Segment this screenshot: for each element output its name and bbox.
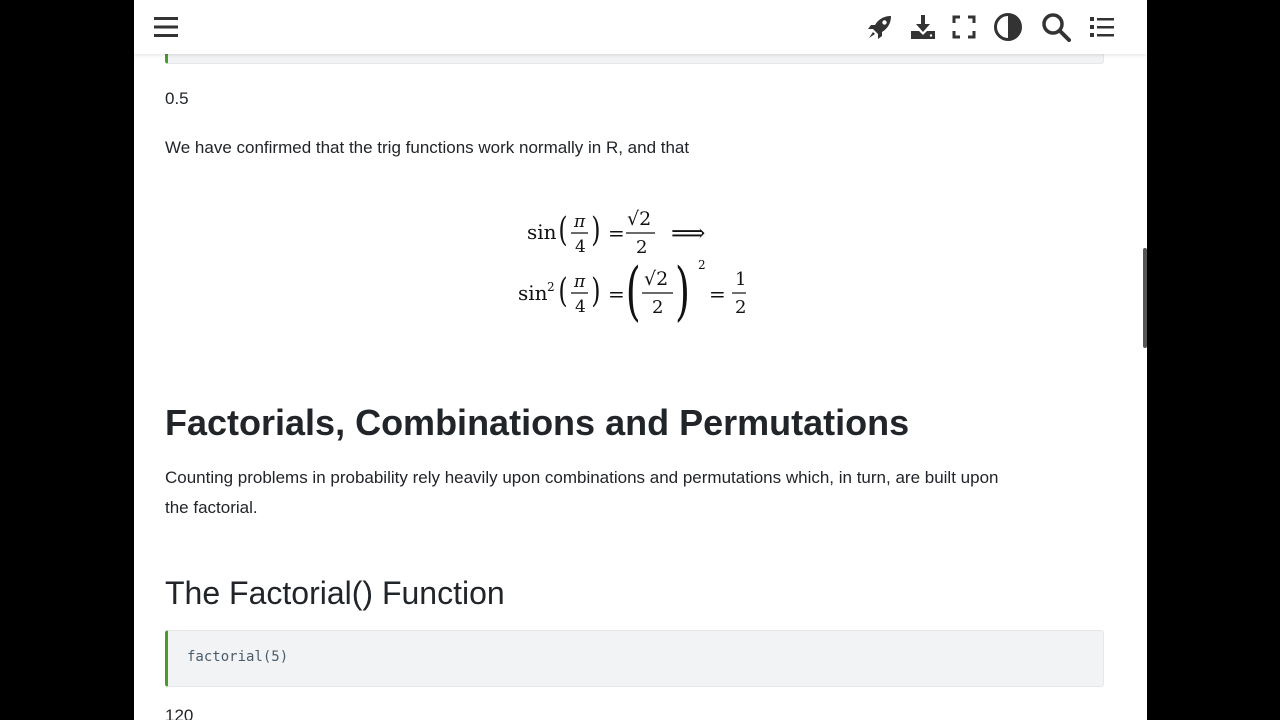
- top-toolbar: [134, 0, 1147, 54]
- eq2-inner-den: 2: [652, 297, 663, 318]
- eq2-result-num: 1: [735, 269, 746, 290]
- eq2-eq: =: [608, 282, 625, 306]
- eq2-fn: sin: [518, 281, 548, 305]
- section-paragraph-line-1: Counting problems in probability rely he…: [165, 468, 999, 487]
- eq2-outer-power: 2: [698, 258, 706, 272]
- eq1-eq: =: [608, 221, 625, 245]
- rocket-icon[interactable]: [863, 10, 897, 44]
- search-icon[interactable]: [1039, 10, 1073, 44]
- eq2-big-lparen: (: [626, 255, 641, 329]
- code-text: factorial(5): [187, 649, 289, 665]
- eq1-den: 4: [575, 237, 586, 257]
- eq2-eq2: =: [709, 282, 726, 306]
- eq1-rhs-num: √2: [627, 208, 651, 230]
- eq2-power: 2: [547, 280, 555, 294]
- eq2-lparen: (: [558, 271, 567, 310]
- section-paragraph-line-2: the factorial.: [165, 498, 258, 517]
- code-block[interactable]: factorial(5): [165, 630, 1104, 687]
- equation-svg: sin ( π 4 ) = √2 2 ⟹ sin 2 ( π 4) = (√…: [518, 208, 746, 329]
- output-text-next: 120: [165, 706, 194, 720]
- hamburger-icon[interactable]: [149, 10, 183, 44]
- eq1-num: π: [573, 212, 586, 232]
- eq2-big-rparen: ): [675, 255, 690, 329]
- fullscreen-icon[interactable]: [947, 10, 981, 44]
- output-text: 0.5: [165, 89, 189, 108]
- download-icon[interactable]: [906, 10, 940, 44]
- page: 0.5 We have confirmed that the trig func…: [134, 0, 1147, 720]
- eq2-den: 4: [575, 297, 586, 317]
- eq1-lparen: (: [558, 210, 567, 249]
- list-icon[interactable]: [1085, 10, 1119, 44]
- section-title: Factorials, Combinations and Permutation…: [165, 402, 910, 443]
- eq2-result-den: 2: [735, 297, 746, 318]
- eq2-rparen: ): [591, 271, 600, 310]
- eq2-inner-num: √2: [644, 268, 668, 290]
- paragraph-trig: We have confirmed that the trig function…: [165, 138, 690, 157]
- eq2-num: π: [573, 272, 586, 292]
- eq1-fn: sin: [527, 220, 557, 244]
- scrollbar-thumb[interactable]: [1143, 248, 1147, 348]
- eq1-implies: ⟹: [671, 219, 705, 247]
- contrast-icon[interactable]: [991, 10, 1025, 44]
- eq1-rparen: ): [591, 210, 600, 249]
- subsection-title: The Factorial() Function: [165, 575, 505, 611]
